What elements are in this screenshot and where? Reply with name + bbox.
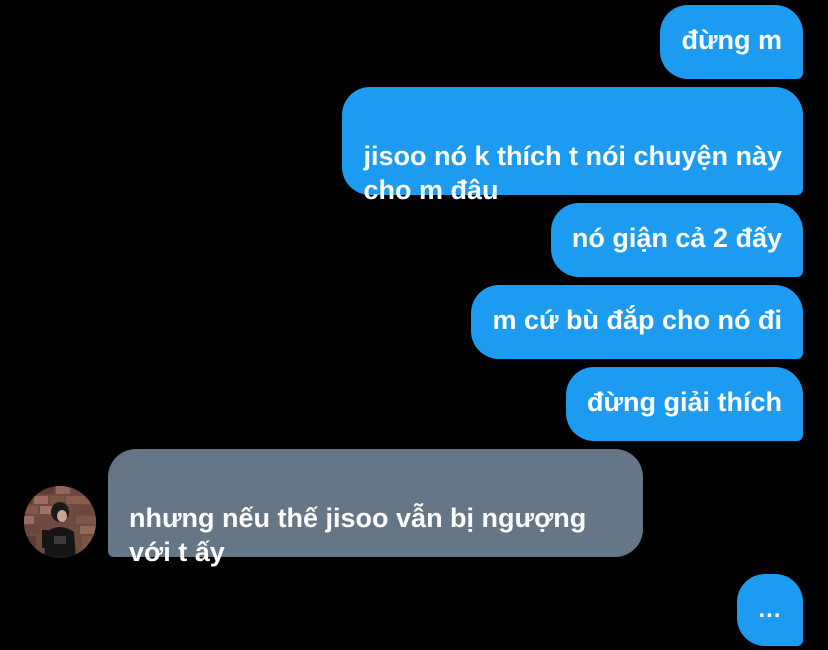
- message-bubble-sent[interactable]: m cứ bù đắp cho nó đi: [471, 285, 803, 359]
- message-text: đừng m: [681, 25, 782, 55]
- message-bubble-sent[interactable]: jisoo nó k thích t nói chuyện này cho m …: [342, 87, 803, 205]
- message-text: m cứ bù đắp cho nó đi: [492, 305, 782, 335]
- message-bubble-sent[interactable]: nó giận cả 2 đấy: [550, 203, 803, 277]
- typing-dots-icon: ...: [758, 596, 782, 623]
- avatar-photo-icon: [24, 486, 96, 558]
- message-bubble-sent[interactable]: đừng m: [660, 5, 803, 79]
- avatar[interactable]: [24, 486, 96, 558]
- message-text: đừng giải thích: [586, 387, 782, 417]
- typing-indicator: ...: [737, 574, 803, 646]
- message-bubble-received[interactable]: nhưng nếu thế jisoo vẫn bị ngượng với t …: [108, 449, 643, 567]
- message-text: nhưng nếu thế jisoo vẫn bị ngượng với t …: [129, 503, 587, 567]
- message-text: nó giận cả 2 đấy: [571, 223, 782, 253]
- message-thread: đừng m jisoo nó k thích t nói chuyện này…: [0, 0, 828, 650]
- message-text: jisoo nó k thích t nói chuyện này cho m …: [363, 141, 782, 205]
- message-bubble-sent[interactable]: đừng giải thích: [565, 367, 803, 441]
